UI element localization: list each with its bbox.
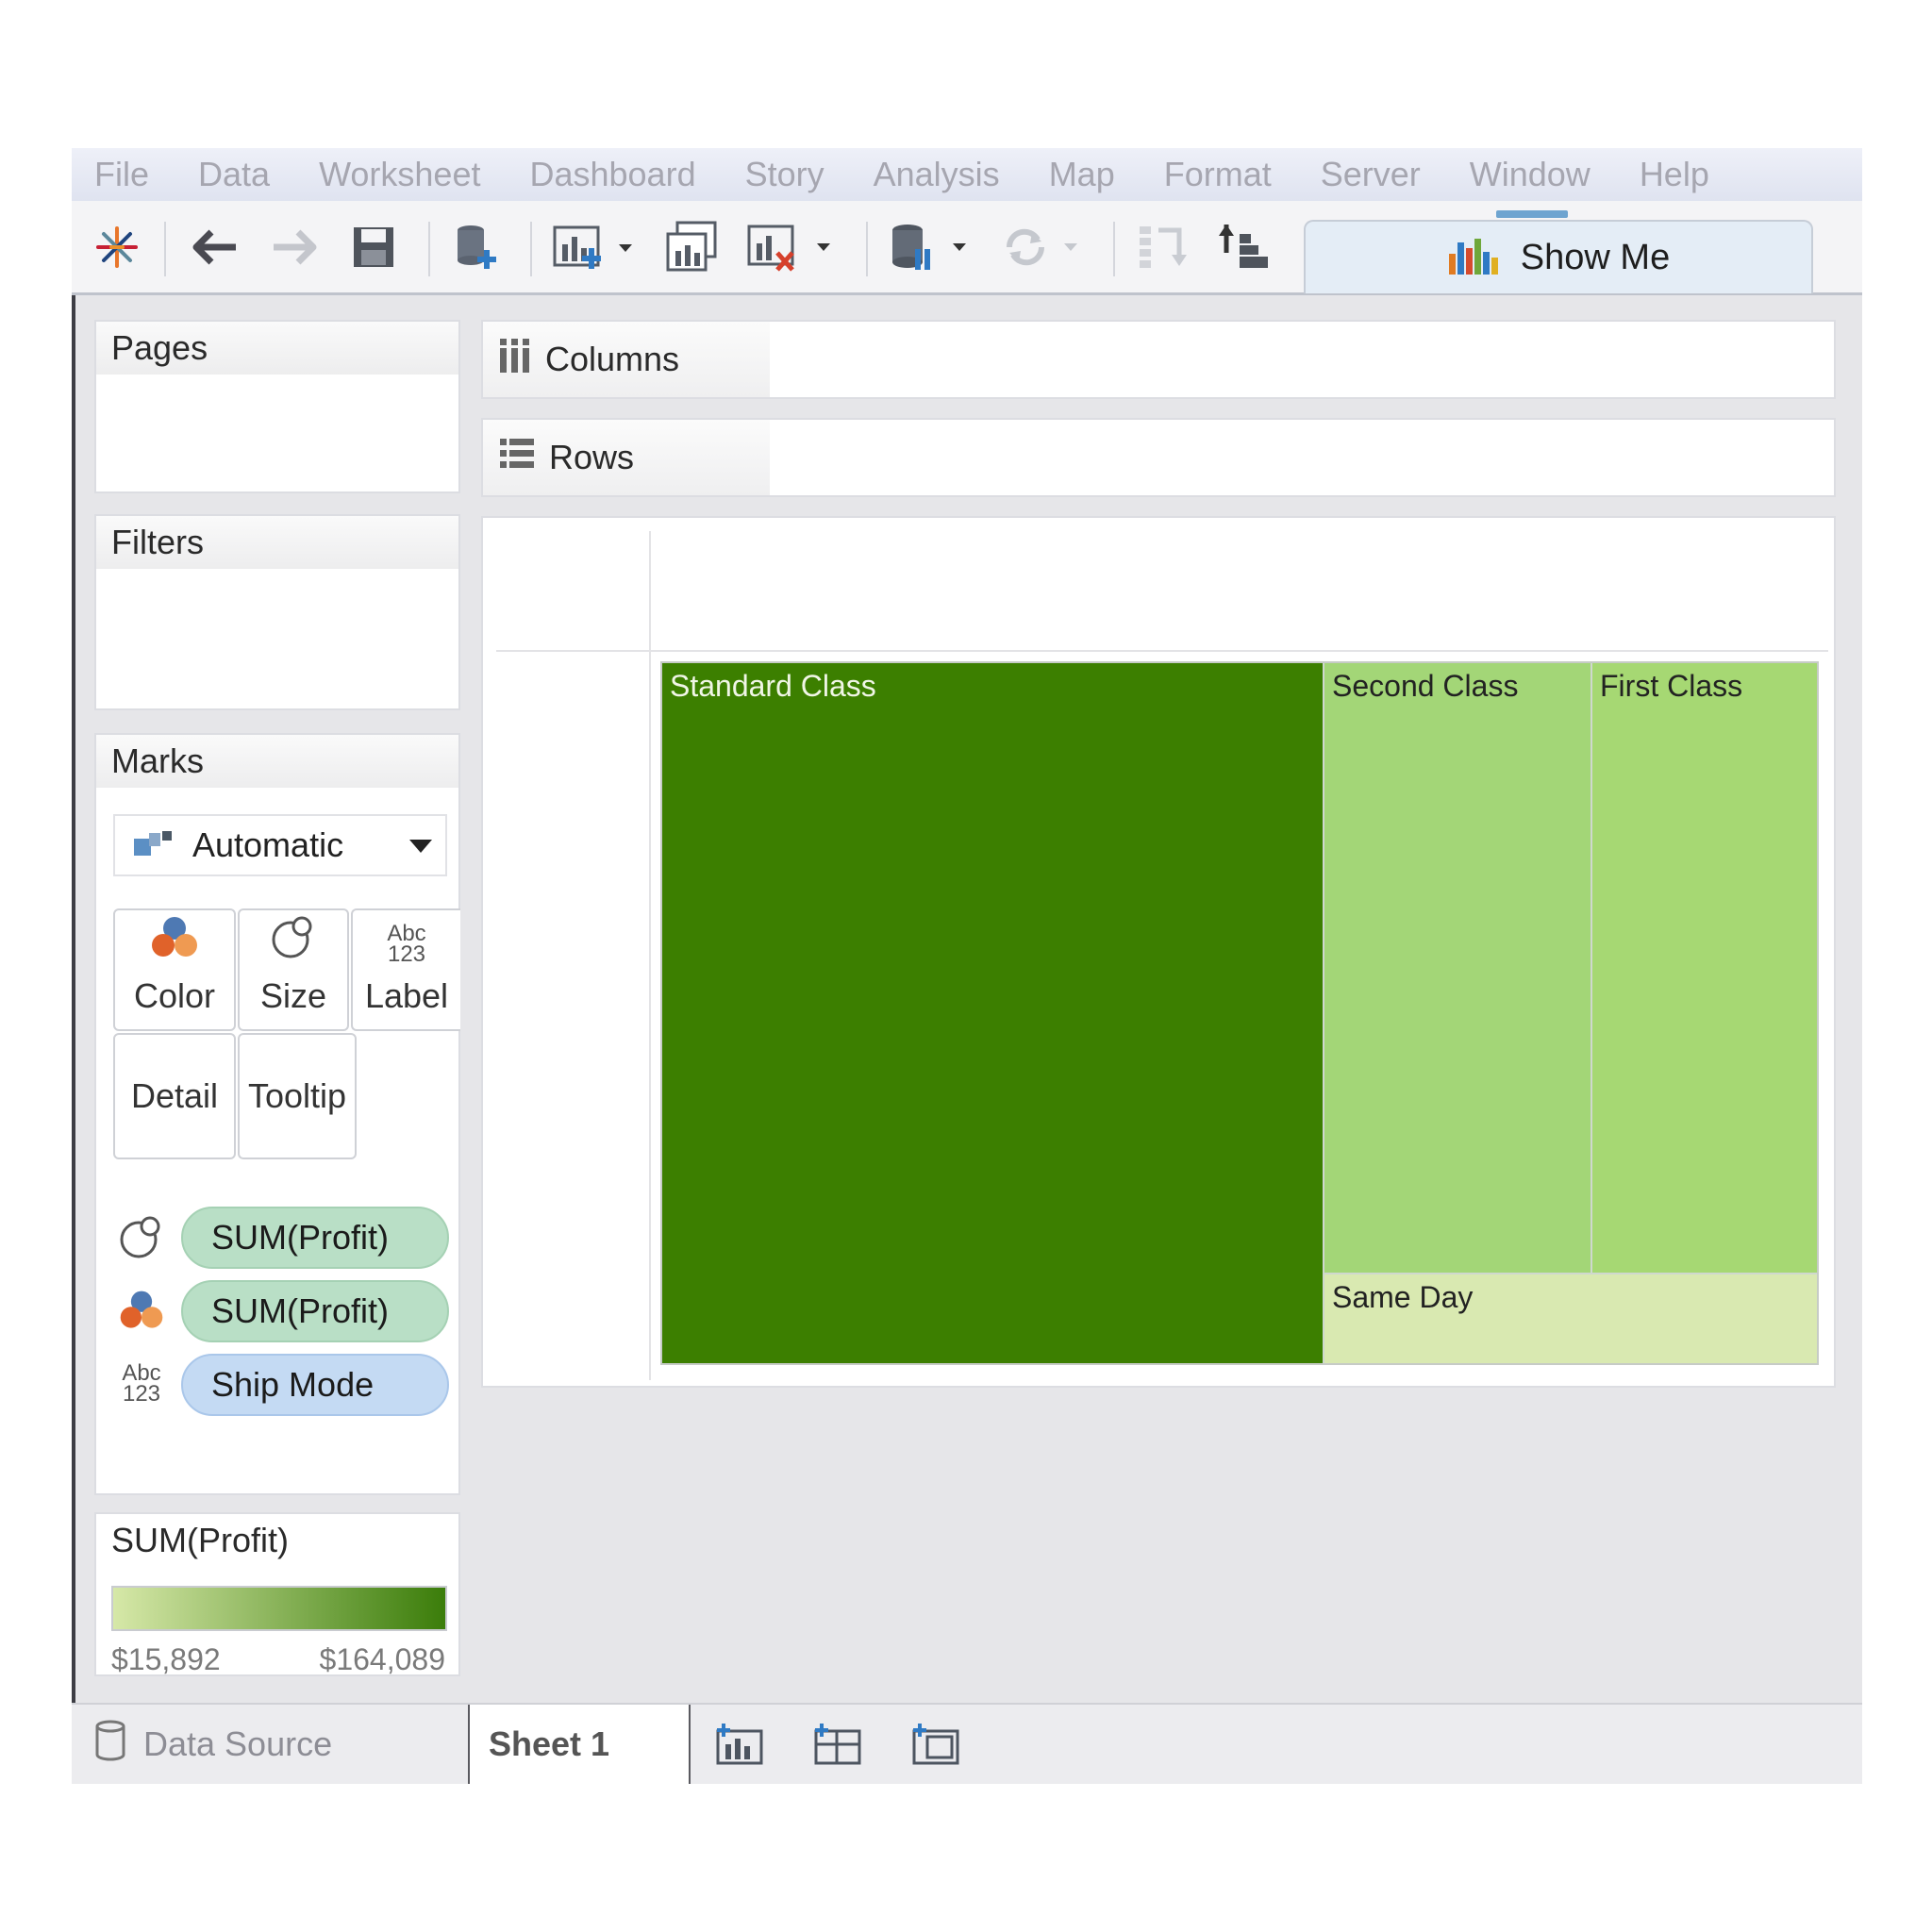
legend-title: SUM(Profit) [96,1514,458,1567]
tile-label: Same Day [1332,1280,1474,1314]
marks-title: Marks [96,735,458,788]
data-source-tab[interactable]: Data Source [72,1705,468,1784]
columns-shelf-header: Columns [483,322,770,397]
chevron-down-icon [409,840,432,853]
menu-file[interactable]: File [94,155,149,194]
size-field-pill[interactable]: SUM(Profit) [181,1207,449,1269]
refresh-icon[interactable] [996,212,1091,282]
color-legend-card[interactable]: SUM(Profit) $15,892 $164,089 [94,1512,460,1676]
columns-icon [498,337,532,383]
toolbar: Show Me [72,201,1862,295]
label-field-pill[interactable]: Ship Mode [181,1354,449,1416]
menu-dashboard[interactable]: Dashboard [529,155,695,194]
pause-updates-icon[interactable] [885,212,979,282]
label-icon: Abc 123 [122,1360,161,1407]
redo-icon[interactable] [266,212,323,282]
label-button[interactable]: Abc 123 Label [351,908,460,1031]
visualization-view: Standard Class Second Class First Class … [481,516,1836,1388]
treemap: Standard Class Second Class First Class … [660,661,1819,1365]
color-button[interactable]: Color [113,908,236,1031]
database-icon [94,1720,126,1770]
show-me-button[interactable]: Show Me [1304,220,1813,293]
columns-label: Columns [545,340,680,378]
menu-window[interactable]: Window [1470,155,1591,194]
new-worksheet-icon[interactable] [549,212,640,282]
toolbar-separator [530,222,532,276]
mark-type-value: Automatic [192,825,344,864]
treemap-tile-first-class[interactable]: First Class [1592,663,1817,1274]
legend-max-label: $164,089 [319,1642,445,1676]
tableau-window: File Data Worksheet Dashboard Story Anal… [72,148,1862,1784]
menu-story[interactable]: Story [745,155,824,194]
filters-card[interactable]: Filters [94,514,460,710]
toolbar-separator [428,222,430,276]
label-icon: Abc 123 [387,921,426,967]
show-me-accent [1496,210,1568,218]
swap-icon[interactable] [1134,212,1191,282]
pages-card[interactable]: Pages [94,320,460,493]
marks-card: Marks Automatic Color Size Abc 123 Label … [94,733,460,1495]
tile-label: First Class [1600,669,1743,703]
menu-bar: File Data Worksheet Dashboard Story Anal… [72,148,1862,201]
window-left-edge [72,295,75,1729]
color-icon [117,1286,166,1335]
legend-gradient-bar [111,1586,447,1631]
menu-format[interactable]: Format [1164,155,1272,194]
toolbar-separator [866,222,868,276]
toolbar-separator [1113,222,1115,276]
tooltip-button[interactable]: Tooltip [238,1033,357,1159]
view-divider-horizontal [496,650,1828,652]
color-icon [148,915,201,965]
tile-label: Standard Class [670,669,876,703]
menu-map[interactable]: Map [1049,155,1115,194]
treemap-tile-same-day[interactable]: Same Day [1324,1274,1817,1363]
color-field-pill[interactable]: SUM(Profit) [181,1280,449,1342]
rows-shelf[interactable]: Rows [481,418,1836,497]
automatic-mark-icon [132,829,174,862]
view-divider-vertical [649,531,651,1380]
new-story-tab-icon[interactable] [908,1718,964,1771]
menu-analysis[interactable]: Analysis [874,155,1000,194]
color-label: Color [133,976,216,1015]
treemap-tile-second-class[interactable]: Second Class [1324,663,1592,1274]
mark-type-dropdown[interactable]: Automatic [113,814,447,876]
undo-icon[interactable] [187,212,243,282]
size-icon [117,1212,166,1261]
duplicate-sheet-icon[interactable] [662,212,723,282]
size-button[interactable]: Size [238,908,349,1031]
bar-chart-icon [1447,237,1500,279]
sort-icon[interactable] [1213,212,1274,282]
rows-icon [498,437,536,479]
size-icon [270,913,317,965]
show-me-label: Show Me [1520,237,1671,277]
label-label: Label [364,976,449,1015]
save-icon[interactable] [347,212,400,282]
new-worksheet-tab-icon[interactable] [711,1718,768,1771]
sheet-1-label: Sheet 1 [489,1724,610,1763]
data-source-label: Data Source [143,1724,333,1763]
size-label: Size [259,976,327,1015]
tooltip-label: Tooltip [247,1076,347,1115]
rows-label: Rows [549,438,635,476]
clear-sheet-icon[interactable] [743,212,838,282]
new-dashboard-tab-icon[interactable] [809,1718,866,1771]
menu-help[interactable]: Help [1640,155,1709,194]
toolbar-separator [164,222,166,276]
columns-shelf[interactable]: Columns [481,320,1836,399]
legend-min-label: $15,892 [111,1642,221,1676]
detail-label: Detail [130,1076,219,1115]
menu-server[interactable]: Server [1321,155,1421,194]
detail-button[interactable]: Detail [113,1033,236,1159]
filters-title: Filters [96,516,458,569]
pages-title: Pages [96,322,458,375]
tableau-logo-icon[interactable] [89,212,145,282]
tile-label: Second Class [1332,669,1519,703]
menu-worksheet[interactable]: Worksheet [319,155,480,194]
new-data-source-icon[interactable] [449,212,506,282]
menu-data[interactable]: Data [198,155,270,194]
rows-shelf-header: Rows [483,420,770,495]
treemap-tile-standard-class[interactable]: Standard Class [662,663,1324,1363]
sheet-tab-bar: Data Source Sheet 1 [72,1703,1862,1784]
sheet-1-tab[interactable]: Sheet 1 [468,1705,691,1784]
